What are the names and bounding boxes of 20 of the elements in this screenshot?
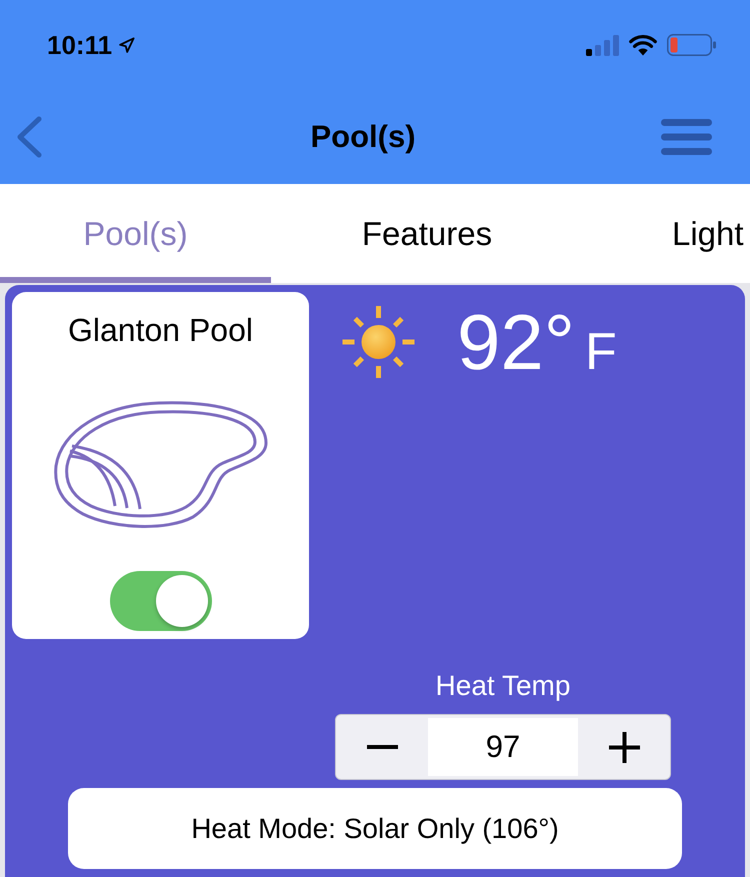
temperature-value: 97 xyxy=(428,718,578,776)
menu-icon xyxy=(661,119,712,155)
heat-temp-label: Heat Temp xyxy=(436,669,570,703)
signal-icon xyxy=(586,34,619,56)
heat-mode-button[interactable]: Heat Mode: Solar Only (106°) xyxy=(68,788,682,869)
temperature-stepper[interactable]: 97 xyxy=(335,714,671,780)
battery-icon xyxy=(667,34,716,56)
toggle-switch[interactable] xyxy=(110,571,212,631)
location-arrow-icon xyxy=(118,36,136,54)
minus-icon xyxy=(366,745,398,749)
menu-button[interactable] xyxy=(661,119,712,155)
sun-icon xyxy=(340,305,417,379)
plus-icon xyxy=(608,732,640,762)
tab[interactable]: Features xyxy=(271,184,583,283)
tab[interactable]: Light xyxy=(583,184,750,283)
page-title: Pool(s) xyxy=(310,118,416,156)
clock-time: 10:11 xyxy=(47,30,112,60)
pool-name: Glanton Pool xyxy=(68,311,253,350)
wifi-icon xyxy=(629,34,657,56)
temperature-reading: 92°F xyxy=(457,303,617,381)
